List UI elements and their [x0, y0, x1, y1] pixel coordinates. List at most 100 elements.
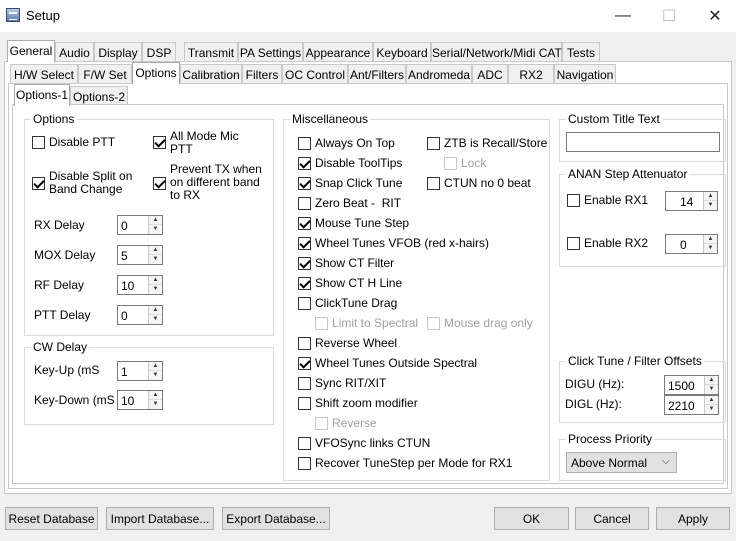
rx2-attenuator-value[interactable]: 0	[680, 238, 687, 252]
enable-rx1-checkbox[interactable]: Enable RX1	[567, 194, 648, 207]
spin-up-icon[interactable]: ▲	[149, 246, 162, 255]
tab-pa-settings[interactable]: PA Settings	[238, 42, 303, 62]
spin-up-icon[interactable]: ▲	[149, 391, 162, 400]
vfosync-links-ctun-checkbox[interactable]: VFOSync links CTUN	[298, 437, 430, 450]
tab-andromeda[interactable]: Andromeda	[406, 64, 472, 84]
all-mode-mic-ptt-box[interactable]	[153, 136, 166, 149]
custom-title-input[interactable]	[566, 132, 720, 152]
tab-dsp[interactable]: DSP	[142, 42, 176, 62]
mox-delay-value[interactable]: 5	[121, 249, 128, 263]
all-mode-mic-ptt-checkbox[interactable]: All Mode Mic PTT	[153, 130, 250, 156]
rf-delay-spinner[interactable]: 10 ▲ ▼	[117, 275, 163, 295]
tab-appearance[interactable]: Appearance	[303, 42, 373, 62]
wheel-tunes-outside-spectral-checkbox[interactable]: Wheel Tunes Outside Spectral	[298, 357, 477, 370]
spin-down-icon[interactable]: ▼	[704, 244, 717, 253]
tab-calibration[interactable]: Calibration	[180, 64, 242, 84]
tab-oc-control[interactable]: OC Control	[282, 64, 348, 84]
tab-tests[interactable]: Tests	[562, 42, 600, 62]
spin-down-icon[interactable]: ▼	[149, 225, 162, 234]
tab-navigation[interactable]: Navigation	[554, 64, 616, 84]
spin-down-icon[interactable]: ▼	[149, 371, 162, 380]
rx2-attenuator-spinner[interactable]: 0 ▲ ▼	[665, 234, 718, 254]
spin-up-icon[interactable]: ▲	[149, 276, 162, 285]
always-on-top-checkbox[interactable]: Always On Top	[298, 137, 395, 150]
recover-tunestep-checkbox[interactable]: Recover TuneStep per Mode for RX1	[298, 457, 512, 470]
import-database-button[interactable]: Import Database...	[106, 507, 214, 530]
tab-transmit[interactable]: Transmit	[184, 42, 238, 62]
enable-rx1-box[interactable]	[567, 194, 580, 207]
key-down-spinner[interactable]: 10 ▲ ▼	[117, 390, 163, 410]
ctun-no-0-beat-checkbox[interactable]: CTUN no 0 beat	[427, 177, 531, 190]
sync-rit-xit-box[interactable]	[298, 377, 311, 390]
disable-ptt-box[interactable]	[32, 136, 45, 149]
wheel-tunes-vfob-checkbox[interactable]: Wheel Tunes VFOB (red x-hairs)	[298, 237, 489, 250]
spin-down-icon[interactable]: ▼	[705, 385, 718, 394]
digl-value[interactable]: 2210	[668, 399, 695, 413]
tab-options[interactable]: Options	[132, 62, 180, 84]
process-priority-select[interactable]: Above Normal ⌵	[566, 452, 677, 473]
tab-adc[interactable]: ADC	[472, 64, 508, 84]
spin-down-icon[interactable]: ▼	[149, 315, 162, 324]
ptt-delay-value[interactable]: 0	[121, 309, 128, 323]
rx1-attenuator-spinner[interactable]: 14 ▲ ▼	[665, 191, 718, 211]
reset-database-button[interactable]: Reset Database	[5, 507, 98, 530]
tab-fw-set[interactable]: F/W Set	[78, 64, 132, 84]
always-on-top-box[interactable]	[298, 137, 311, 150]
spin-up-icon[interactable]: ▲	[149, 306, 162, 315]
disable-tooltips-checkbox[interactable]: Disable ToolTips	[298, 157, 402, 170]
disable-tooltips-box[interactable]	[298, 157, 311, 170]
rx1-attenuator-value[interactable]: 14	[680, 195, 693, 209]
ptt-delay-spinner[interactable]: 0 ▲ ▼	[117, 305, 163, 325]
minimize-button[interactable]: —	[600, 0, 646, 32]
wheel-tunes-vfob-box[interactable]	[298, 237, 311, 250]
mouse-tune-step-checkbox[interactable]: Mouse Tune Step	[298, 217, 409, 230]
spin-down-icon[interactable]: ▼	[149, 285, 162, 294]
spin-down-icon[interactable]: ▼	[704, 201, 717, 210]
prevent-tx-checkbox[interactable]: Prevent TX when on different band to RX	[153, 163, 266, 202]
tab-general[interactable]: General	[7, 40, 55, 62]
digl-spinner[interactable]: 2210 ▲ ▼	[664, 395, 719, 415]
snap-click-tune-box[interactable]	[298, 177, 311, 190]
tab-rx2[interactable]: RX2	[508, 64, 554, 84]
rx-delay-spinner[interactable]: 0 ▲ ▼	[117, 215, 163, 235]
tab-options-2[interactable]: Options-2	[70, 86, 128, 106]
disable-split-box[interactable]	[32, 177, 45, 190]
ok-button[interactable]: OK	[494, 507, 569, 530]
tab-audio[interactable]: Audio	[55, 42, 94, 62]
snap-click-tune-checkbox[interactable]: Snap Click Tune	[298, 177, 402, 190]
disable-ptt-checkbox[interactable]: Disable PTT	[32, 136, 115, 149]
ctun-no-0-beat-box[interactable]	[427, 177, 440, 190]
spin-down-icon[interactable]: ▼	[149, 255, 162, 264]
enable-rx2-checkbox[interactable]: Enable RX2	[567, 237, 648, 250]
spin-up-icon[interactable]: ▲	[705, 396, 718, 405]
tab-options-1[interactable]: Options-1	[14, 84, 70, 106]
zero-beat-rit-box[interactable]	[298, 197, 311, 210]
disable-split-checkbox[interactable]: Disable Split on Band Change	[32, 170, 135, 196]
spin-up-icon[interactable]: ▲	[149, 362, 162, 371]
show-ct-filter-checkbox[interactable]: Show CT Filter	[298, 257, 394, 270]
mouse-tune-step-box[interactable]	[298, 217, 311, 230]
shift-zoom-modifier-box[interactable]	[298, 397, 311, 410]
clicktune-drag-checkbox[interactable]: ClickTune Drag	[298, 297, 397, 310]
spin-up-icon[interactable]: ▲	[704, 192, 717, 201]
rx-delay-value[interactable]: 0	[121, 219, 128, 233]
ztb-checkbox[interactable]: ZTB is Recall/Store	[427, 137, 547, 150]
spin-down-icon[interactable]: ▼	[149, 400, 162, 409]
vfosync-links-ctun-box[interactable]	[298, 437, 311, 450]
wheel-tunes-outside-spectral-box[interactable]	[298, 357, 311, 370]
spin-up-icon[interactable]: ▲	[705, 376, 718, 385]
prevent-tx-box[interactable]	[153, 177, 166, 190]
key-down-value[interactable]: 10	[121, 394, 134, 408]
apply-button[interactable]: Apply	[656, 507, 730, 530]
key-up-value[interactable]: 1	[121, 365, 128, 379]
show-ct-filter-box[interactable]	[298, 257, 311, 270]
rf-delay-value[interactable]: 10	[121, 279, 134, 293]
mox-delay-spinner[interactable]: 5 ▲ ▼	[117, 245, 163, 265]
sync-rit-xit-checkbox[interactable]: Sync RIT/XIT	[298, 377, 386, 390]
tab-display[interactable]: Display	[94, 42, 142, 62]
key-up-spinner[interactable]: 1 ▲ ▼	[117, 361, 163, 381]
spin-up-icon[interactable]: ▲	[149, 216, 162, 225]
tab-filters[interactable]: Filters	[242, 64, 282, 84]
spin-down-icon[interactable]: ▼	[705, 405, 718, 414]
spin-up-icon[interactable]: ▲	[704, 235, 717, 244]
